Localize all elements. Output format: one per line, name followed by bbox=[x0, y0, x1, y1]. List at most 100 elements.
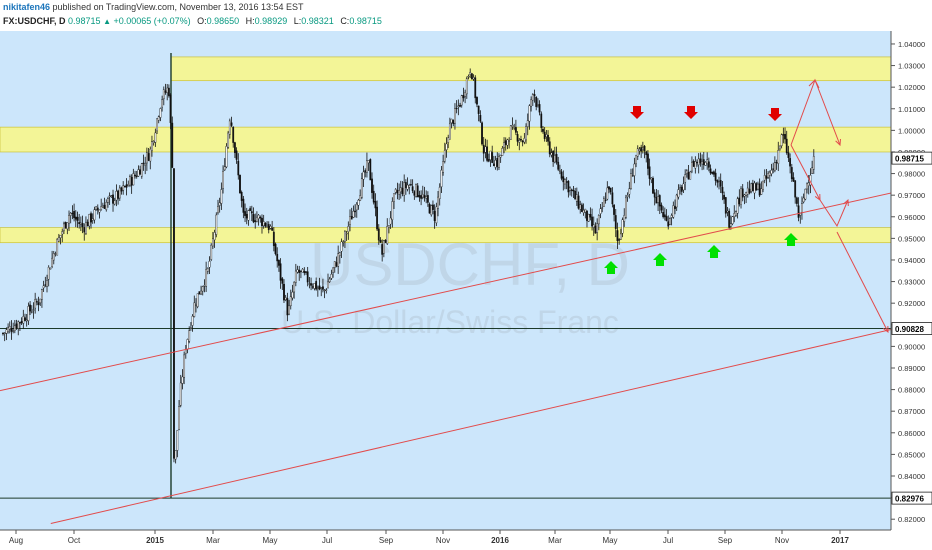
x-tick-label: 2015 bbox=[146, 536, 164, 545]
x-tick-label: May bbox=[262, 536, 277, 545]
candle-body bbox=[652, 178, 654, 194]
x-tick-label: Aug bbox=[9, 536, 23, 545]
candle-body bbox=[3, 332, 6, 334]
candle-body bbox=[640, 147, 643, 152]
candle-body bbox=[134, 174, 136, 177]
candle-body bbox=[736, 198, 739, 214]
candle-body bbox=[650, 177, 653, 180]
candle-body bbox=[142, 162, 145, 164]
candle-body bbox=[416, 185, 419, 198]
candle-body bbox=[20, 321, 23, 324]
y-tick-label: 0.90000 bbox=[898, 342, 925, 351]
candle-body bbox=[345, 232, 348, 235]
candle-body bbox=[230, 122, 233, 126]
candle-body bbox=[560, 171, 563, 179]
price-label: 0.82976 bbox=[895, 495, 924, 504]
candle-body bbox=[660, 204, 663, 211]
x-tick-label: Mar bbox=[206, 536, 220, 545]
candle-body bbox=[645, 151, 648, 156]
candle-body bbox=[516, 134, 519, 142]
candle-body bbox=[557, 161, 560, 170]
candle-body bbox=[108, 195, 111, 198]
candle-body bbox=[470, 73, 473, 80]
candle-body bbox=[550, 152, 553, 156]
candle-body bbox=[562, 176, 565, 183]
candle-body bbox=[164, 90, 167, 93]
candle-body bbox=[401, 187, 404, 195]
candle-body bbox=[680, 186, 683, 192]
candle-body bbox=[35, 301, 38, 303]
y-tick-label: 0.82000 bbox=[898, 515, 925, 524]
candle-body bbox=[530, 99, 533, 107]
candle-body bbox=[152, 141, 155, 143]
candle-body bbox=[806, 183, 808, 190]
candle-body bbox=[56, 239, 59, 256]
price-chart[interactable]: USDCHF, D U.S. Dollar/Swiss Franc 1.0400… bbox=[0, 0, 932, 550]
candle-body bbox=[437, 196, 439, 209]
x-tick-label: Jul bbox=[663, 536, 673, 545]
candle-body bbox=[601, 207, 604, 209]
candle-body bbox=[486, 146, 489, 161]
candle-body bbox=[496, 158, 499, 167]
candle-body bbox=[508, 140, 511, 142]
candle-body bbox=[706, 159, 709, 164]
candle-body bbox=[719, 180, 722, 187]
candle-body bbox=[25, 319, 28, 322]
candle-body bbox=[753, 182, 756, 194]
candle-body bbox=[372, 190, 375, 203]
candle-body bbox=[388, 225, 390, 228]
candle-body bbox=[677, 189, 680, 198]
candle-body bbox=[697, 158, 700, 166]
candle-body bbox=[628, 188, 631, 195]
candle-body bbox=[349, 216, 351, 225]
candle-body bbox=[587, 213, 590, 222]
candle-body bbox=[536, 104, 539, 107]
candle-body bbox=[83, 227, 86, 233]
candle-body bbox=[555, 153, 558, 163]
candle-body bbox=[335, 262, 338, 267]
candle-body bbox=[41, 289, 43, 300]
candle-body bbox=[256, 216, 258, 222]
candle-body bbox=[685, 170, 688, 174]
candle-body bbox=[415, 184, 417, 197]
candle-body bbox=[589, 214, 592, 218]
candle-body bbox=[538, 104, 541, 113]
candle-body bbox=[399, 187, 402, 193]
candle-body bbox=[631, 175, 634, 177]
candle-body bbox=[797, 205, 800, 218]
y-tick-label: 1.04000 bbox=[898, 40, 925, 49]
candle-body bbox=[90, 213, 92, 223]
candle-body bbox=[318, 285, 321, 290]
candle-body bbox=[525, 126, 527, 141]
candle-body bbox=[161, 99, 164, 108]
candle-body bbox=[178, 406, 180, 430]
candle-body bbox=[149, 148, 152, 162]
candle-body bbox=[69, 212, 72, 216]
x-tick-label: Mar bbox=[548, 536, 562, 545]
candle-body bbox=[741, 188, 744, 198]
candle-body bbox=[647, 153, 649, 169]
candle-body bbox=[310, 283, 312, 286]
candle-body bbox=[804, 188, 807, 200]
candle-body bbox=[492, 163, 495, 167]
candle-body bbox=[735, 211, 737, 216]
candle-body bbox=[86, 221, 89, 227]
candle-body bbox=[305, 271, 307, 273]
candle-body bbox=[5, 329, 8, 334]
candle-body bbox=[709, 168, 712, 174]
candle-body bbox=[442, 161, 445, 173]
candle-body bbox=[667, 221, 670, 227]
candle-body bbox=[469, 71, 472, 75]
candle-body bbox=[482, 144, 485, 154]
candle-body bbox=[406, 184, 409, 190]
candle-body bbox=[509, 125, 512, 140]
candle-body bbox=[167, 87, 170, 96]
candle-body bbox=[123, 185, 126, 188]
candle-body bbox=[354, 210, 356, 213]
candle-body bbox=[484, 146, 487, 153]
candle-body bbox=[487, 159, 490, 162]
candle-body bbox=[37, 302, 40, 306]
candle-body bbox=[491, 152, 494, 163]
candle-body bbox=[293, 281, 296, 293]
candle-body bbox=[381, 244, 384, 255]
